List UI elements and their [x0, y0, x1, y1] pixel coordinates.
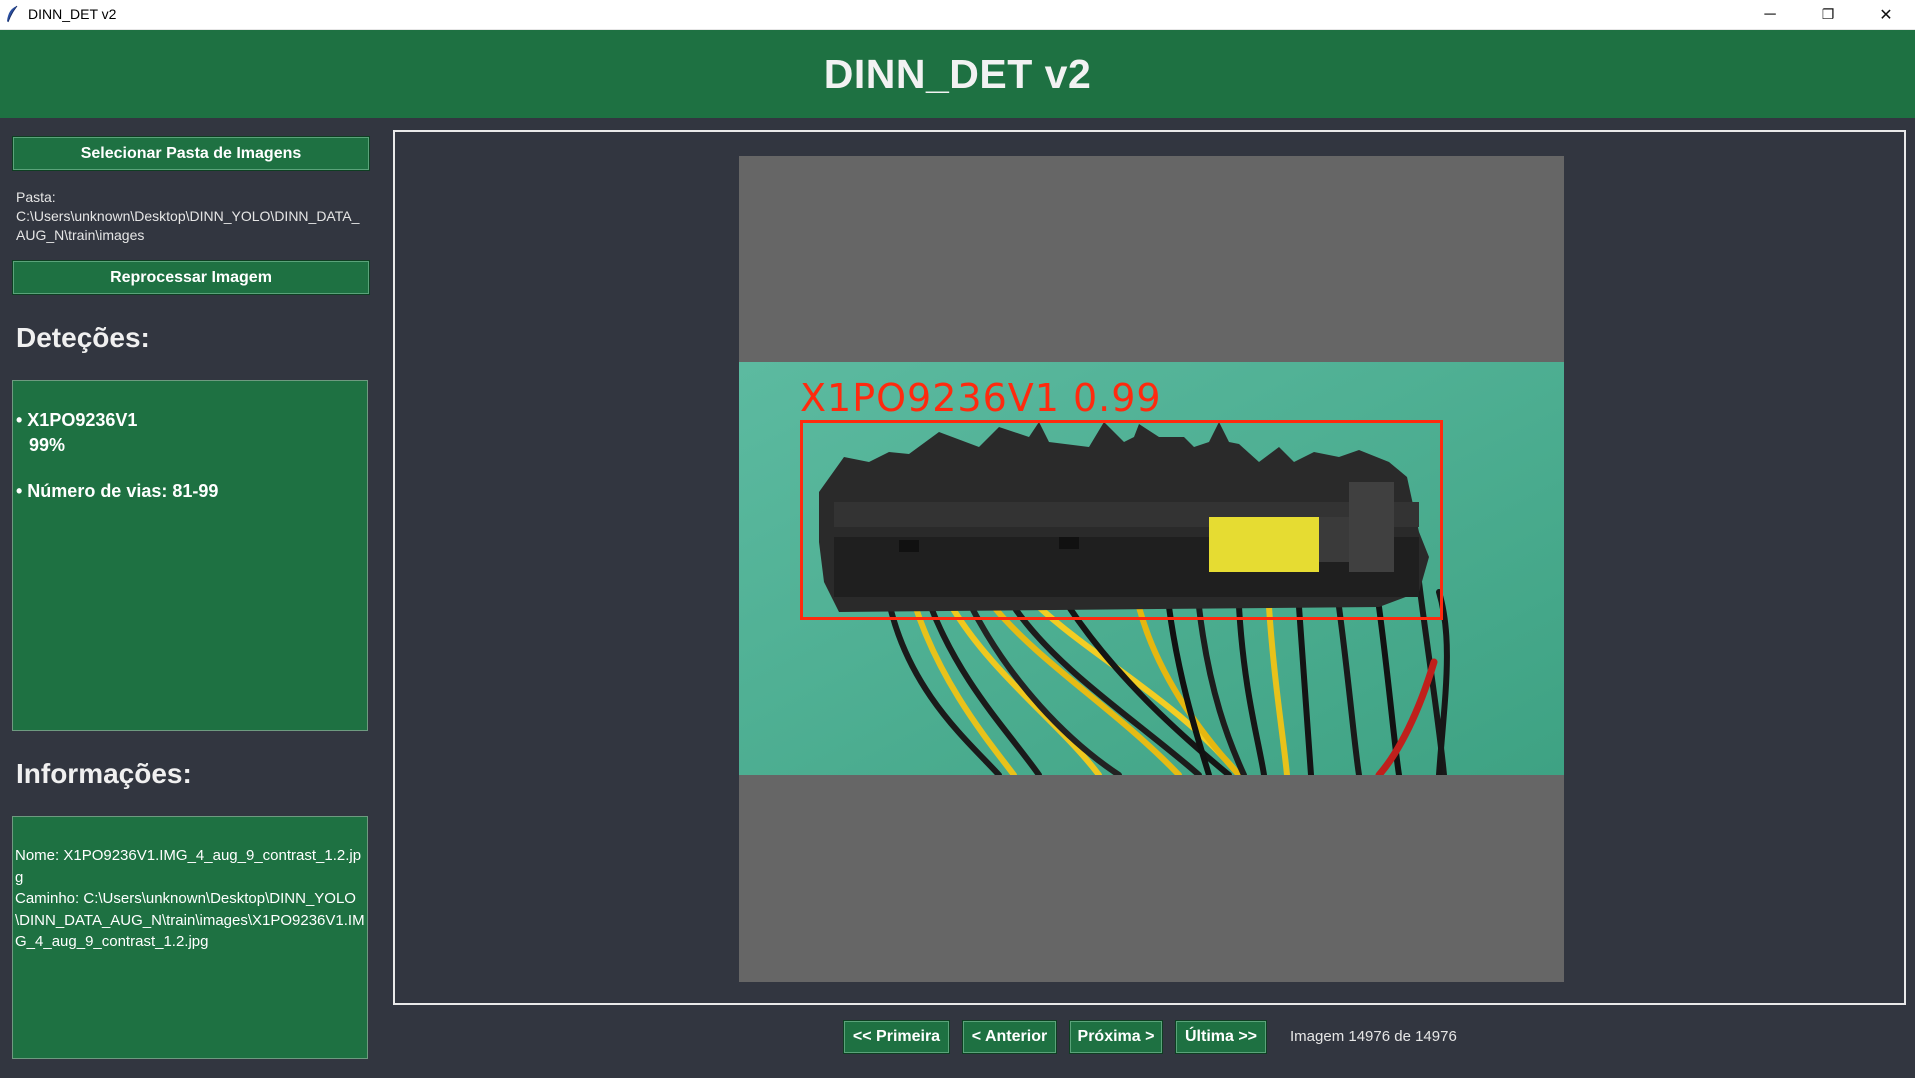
window-titlebar: DINN_DET v2 ─ ❐ ✕ — [0, 0, 1915, 30]
detection-class: • X1PO9236V1 — [16, 410, 138, 430]
image-viewer: X1PO9236V1 0.99 — [393, 130, 1906, 1005]
detection-ways: • Número de vias: 81-99 — [16, 481, 219, 501]
window-title: DINN_DET v2 — [28, 6, 117, 22]
detection-overlay-label: X1PO9236V1 0.99 — [800, 376, 1162, 420]
detected-image: X1PO9236V1 0.99 — [739, 362, 1564, 775]
image-counter: Imagem 14976 de 14976 — [1290, 1028, 1457, 1045]
sidebar: Selecionar Pasta de Imagens Pasta: C:\Us… — [0, 118, 380, 1078]
info-text: Nome: X1PO9236V1.IMG_4_aug_9_contrast_1.… — [15, 845, 365, 953]
folder-info: Pasta: C:\Users\unknown\Desktop\DINN_YOL… — [16, 188, 368, 245]
info-heading: Informações: — [16, 758, 192, 789]
restore-button[interactable]: ❐ — [1799, 0, 1857, 29]
detection-bounding-box — [800, 420, 1443, 620]
first-button[interactable]: << Primeira — [843, 1020, 950, 1054]
feather-icon — [7, 5, 18, 23]
folder-label: Pasta: — [16, 189, 56, 205]
image-canvas: X1PO9236V1 0.99 — [739, 156, 1564, 982]
info-name: Nome: X1PO9236V1.IMG_4_aug_9_contrast_1.… — [15, 847, 362, 886]
folder-path: C:\Users\unknown\Desktop\DINN_YOLO\DINN_… — [16, 208, 360, 243]
app-header: DINN_DET v2 — [0, 30, 1915, 118]
info-path: Caminho: C:\Users\unknown\Desktop\DINN_Y… — [15, 890, 365, 950]
select-folder-button[interactable]: Selecionar Pasta de Imagens — [12, 136, 370, 171]
next-button[interactable]: Próxima > — [1069, 1020, 1163, 1054]
previous-button[interactable]: < Anterior — [962, 1020, 1057, 1054]
detections-heading: Deteções: — [16, 322, 150, 353]
close-button[interactable]: ✕ — [1857, 0, 1915, 29]
detections-panel: • X1PO9236V1 99% • Número de vias: 81-99 — [12, 380, 368, 731]
app-title: DINN_DET v2 — [823, 50, 1092, 97]
detection-confidence: 99% — [29, 435, 66, 455]
navigation-bar: << Primeira < Anterior Próxima > Última … — [0, 1020, 1915, 1060]
reprocess-button[interactable]: Reprocessar Imagem — [12, 260, 370, 295]
last-button[interactable]: Última >> — [1175, 1020, 1267, 1054]
minimize-button[interactable]: ─ — [1741, 0, 1799, 29]
